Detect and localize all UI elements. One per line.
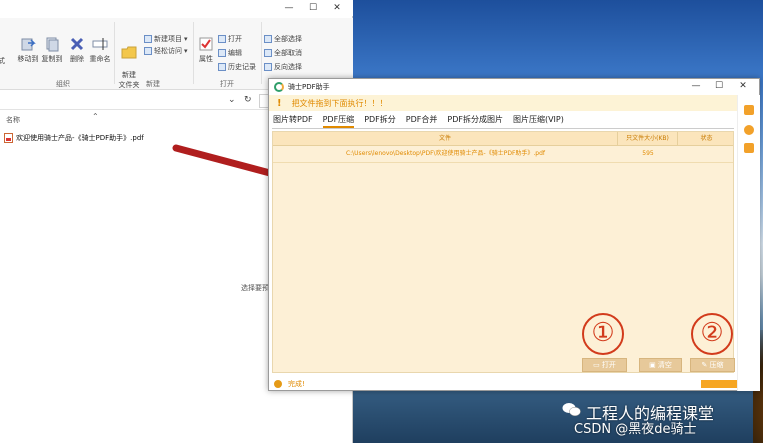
- pencil-icon: ✎: [701, 361, 708, 369]
- column-size-header: 只文件大小(KB): [618, 132, 678, 146]
- trash-icon: ▣: [649, 361, 656, 369]
- row-divider: [273, 162, 733, 163]
- annotation-step-one: ①: [582, 313, 624, 355]
- side-toolbar: [737, 95, 760, 391]
- annotation-step-two: ②: [691, 313, 733, 355]
- wechat-icon: [562, 403, 581, 417]
- open-file-label: 打开: [601, 361, 616, 369]
- watermark: 工程人的编程课堂 CSDN @黑夜de骑士: [548, 398, 763, 438]
- tab-image-to-pdf[interactable]: 图片转PDF: [273, 112, 313, 128]
- tab-pdf-split[interactable]: PDF拆分: [364, 112, 396, 128]
- drag-notice-bar: ! 把文件拖到下面执行！！！: [269, 95, 737, 111]
- settings-icon[interactable]: [744, 125, 754, 135]
- app-maximize-button[interactable]: ☐: [712, 81, 726, 91]
- app-minimize-button[interactable]: —: [689, 81, 703, 91]
- row-file-size: 595: [642, 150, 654, 157]
- clear-button[interactable]: ▣ 清空: [639, 358, 682, 372]
- tab-pdf-compress[interactable]: PDF压缩: [322, 112, 355, 128]
- column-file-header: 文件: [273, 132, 618, 146]
- row-status: [678, 148, 735, 160]
- info-icon[interactable]: [744, 105, 754, 115]
- pdf-assistant-window: 骑士PDF助手 — ☐ ✕ ! 把文件拖到下面执行！！！ 图片转PDF PDF压…: [268, 78, 760, 391]
- app-title-bar: 骑士PDF助手 — ☐ ✕: [269, 79, 759, 95]
- app-close-button[interactable]: ✕: [736, 81, 750, 91]
- status-icon: [274, 380, 282, 388]
- warning-icon: !: [277, 97, 282, 109]
- app-title: 骑士PDF助手: [288, 83, 330, 91]
- function-tabs: 图片转PDF PDF压缩 PDF拆分 PDF合并 PDF拆分成图片 图片压缩(V…: [273, 112, 564, 128]
- tab-pdf-merge[interactable]: PDF合并: [406, 112, 438, 128]
- compress-label: 压缩: [709, 361, 724, 369]
- file-drop-area[interactable]: 文件 只文件大小(KB) 状态 C:\Users\lenovo\Desktop\…: [272, 131, 735, 373]
- row-file-path: C:\Users\lenovo\Desktop\PDF\欢迎使用骑士产品-《骑士…: [345, 150, 546, 157]
- mail-icon[interactable]: [744, 143, 754, 153]
- folder-icon: ▭: [593, 361, 600, 369]
- drag-notice-text: 把文件拖到下面执行！！！: [291, 98, 388, 108]
- compress-button[interactable]: ✎ 压缩: [690, 358, 735, 372]
- tab-image-compress-vip[interactable]: 图片压缩(VIP): [513, 112, 564, 128]
- app-logo-icon: [274, 82, 284, 92]
- status-text: 完成!: [288, 380, 305, 388]
- clear-label: 清空: [657, 361, 672, 369]
- tab-divider: [272, 128, 734, 129]
- tab-pdf-to-images[interactable]: PDF拆分成图片: [447, 112, 503, 128]
- status-bar: 完成!: [269, 377, 737, 391]
- column-status-header: 状态: [700, 135, 713, 142]
- file-table-header: 文件 只文件大小(KB) 状态: [273, 132, 733, 146]
- progress-indicator: [701, 380, 737, 388]
- watermark-author: CSDN @黑夜de骑士: [574, 422, 697, 437]
- open-file-button[interactable]: ▭ 打开: [582, 358, 627, 372]
